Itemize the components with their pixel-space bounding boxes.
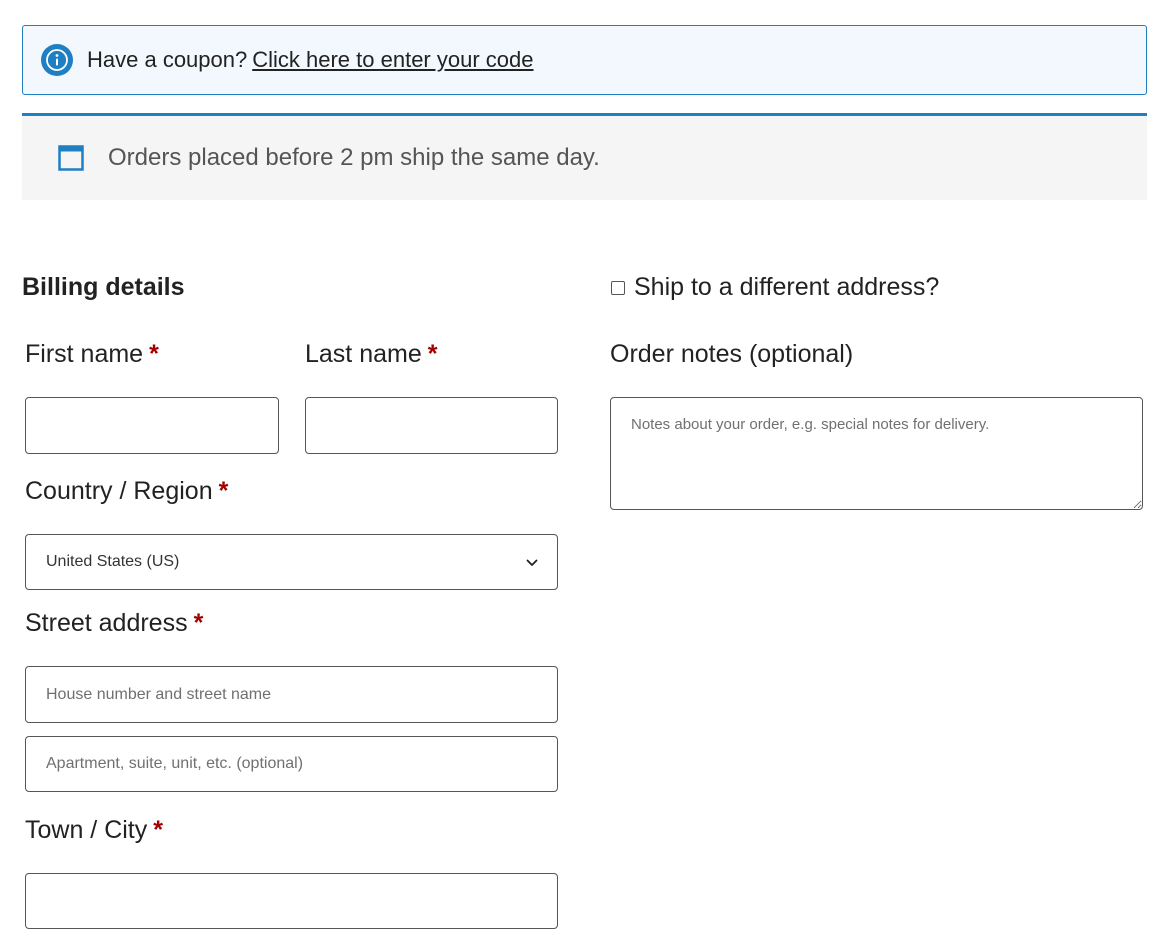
coupon-notice: Have a coupon? Click here to enter your … — [22, 25, 1147, 95]
town-city-label: Town / City * — [25, 816, 163, 845]
required-marker: * — [153, 816, 163, 844]
ship-different-address-row[interactable]: Ship to a different address? — [611, 273, 939, 302]
info-icon — [41, 44, 73, 76]
ship-different-address-label[interactable]: Ship to a different address? — [634, 273, 939, 302]
last-name-label-text: Last name — [305, 340, 422, 368]
town-city-input[interactable] — [25, 873, 558, 929]
country-label: Country / Region * — [25, 477, 228, 506]
required-marker: * — [218, 477, 229, 505]
street-address-line2-input[interactable] — [25, 736, 558, 792]
country-select-value: United States (US) — [46, 553, 180, 570]
shipping-info-notice: Orders placed before 2 pm ship the same … — [22, 113, 1147, 200]
required-marker: * — [193, 609, 204, 637]
order-notes-label: Order notes (optional) — [610, 340, 854, 368]
last-name-label: Last name * — [305, 340, 437, 369]
first-name-label: First name * — [25, 340, 159, 369]
street-address-label: Street address * — [25, 609, 203, 638]
shipping-notice-text: Orders placed before 2 pm ship the same … — [108, 144, 600, 171]
town-city-label-text: Town / City — [25, 816, 148, 844]
first-name-label-text: First name — [25, 340, 144, 368]
street-address-line1-input[interactable] — [25, 666, 558, 723]
country-label-text: Country / Region — [25, 477, 213, 505]
required-marker: * — [149, 340, 159, 368]
coupon-notice-text: Have a coupon? — [87, 47, 248, 72]
country-select[interactable]: United States (US) — [25, 534, 558, 590]
billing-details-title: Billing details — [22, 273, 185, 301]
street-address-label-text: Street address — [25, 609, 188, 637]
order-notes-textarea[interactable] — [610, 397, 1143, 510]
required-marker: * — [427, 340, 438, 368]
ship-different-address-checkbox[interactable] — [611, 280, 625, 295]
chevron-down-icon — [526, 559, 538, 566]
first-name-input[interactable] — [25, 397, 279, 454]
enter-coupon-link[interactable]: Click here to enter your code — [252, 47, 533, 73]
last-name-input[interactable] — [305, 397, 558, 454]
window-icon — [58, 145, 84, 171]
